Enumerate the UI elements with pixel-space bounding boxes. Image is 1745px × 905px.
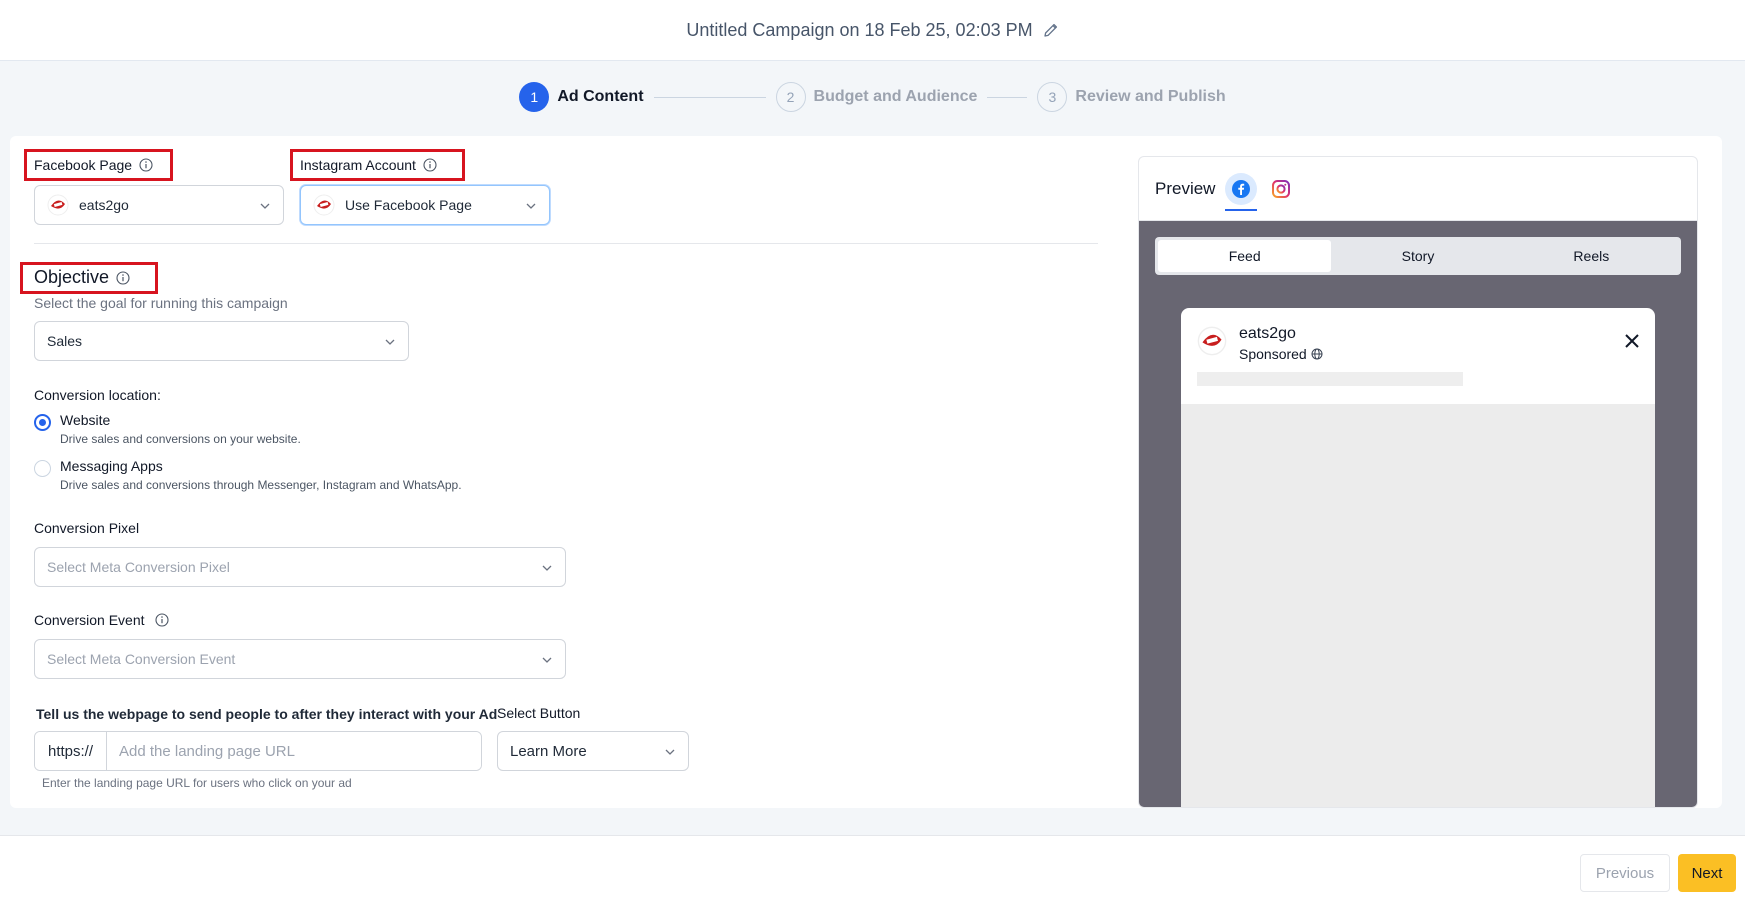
objective-select[interactable]: Sales: [34, 321, 409, 361]
step-connector: [653, 96, 766, 98]
select-button-label: Select Button: [497, 705, 581, 721]
conversion-pixel-placeholder: Select Meta Conversion Pixel: [47, 559, 230, 575]
chevron-down-icon: [542, 657, 552, 663]
footer-bar: Previous Next: [0, 835, 1745, 905]
step-number: 3: [1037, 82, 1068, 112]
landing-url-input[interactable]: [107, 732, 481, 770]
instagram-icon: [1272, 179, 1291, 198]
landing-url-help: Enter the landing page URL for users who…: [42, 776, 352, 790]
step-label: Budget and Audience: [813, 88, 978, 105]
messaging-apps-option-title: Messaging Apps: [60, 458, 163, 474]
url-prefix: https://: [35, 732, 107, 770]
tab-reels[interactable]: Reels: [1505, 240, 1678, 272]
media-placeholder: [1181, 404, 1655, 807]
campaign-title: Untitled Campaign on 18 Feb 25, 02:03 PM: [686, 19, 1033, 40]
sponsored-label: Sponsored: [1239, 346, 1307, 362]
chevron-down-icon: [665, 749, 675, 755]
text-placeholder-bar: [1197, 372, 1463, 386]
placement-tabs: Feed Story Reels: [1155, 237, 1681, 275]
sponsored-line: Sponsored: [1239, 346, 1323, 362]
instagram-account-value: Use Facebook Page: [345, 197, 472, 213]
conversion-event-label-text: Conversion Event: [34, 612, 145, 628]
facebook-page-label: Facebook Page: [34, 157, 153, 173]
step-number: 1: [519, 82, 550, 112]
preview-title: Preview: [1155, 178, 1216, 198]
chevron-down-icon: [542, 565, 552, 571]
cta-button-value: Learn More: [510, 742, 587, 760]
preview-header: Preview: [1139, 157, 1697, 221]
facebook-page-select[interactable]: eats2go: [34, 185, 284, 225]
instagram-account-select[interactable]: Use Facebook Page: [300, 185, 550, 225]
tab-story[interactable]: Story: [1331, 240, 1504, 272]
conversion-event-label: Conversion Event: [34, 612, 169, 628]
objective-subtitle: Select the goal for running this campaig…: [34, 295, 288, 311]
landing-url-label: Tell us the webpage to send people to af…: [36, 706, 498, 722]
conversion-pixel-label: Conversion Pixel: [34, 520, 140, 536]
info-icon[interactable]: [423, 158, 437, 172]
website-option-title: Website: [60, 412, 111, 428]
eats2go-logo: [1197, 326, 1227, 356]
conversion-location-label: Conversion location:: [34, 387, 161, 403]
info-icon[interactable]: [154, 613, 169, 627]
chevron-down-icon: [385, 339, 395, 345]
instagram-preview-tab[interactable]: [1265, 173, 1297, 205]
messaging-apps-option-desc: Drive sales and conversions through Mess…: [60, 478, 462, 492]
instagram-account-label: Instagram Account: [300, 157, 437, 173]
website-option-desc: Drive sales and conversions on your webs…: [60, 432, 301, 446]
next-button[interactable]: Next: [1678, 854, 1736, 892]
step-budget-audience[interactable]: 2 Budget and Audience: [775, 82, 978, 112]
conversion-event-select[interactable]: Select Meta Conversion Event: [34, 639, 566, 679]
objective-heading: Objective: [34, 267, 130, 288]
landing-url-group: https://: [34, 731, 482, 771]
previous-button[interactable]: Previous: [1580, 854, 1670, 892]
info-icon[interactable]: [116, 270, 130, 285]
stepper: 1 Ad Content 2 Budget and Audience 3 Rev…: [0, 82, 1745, 112]
step-ad-content[interactable]: 1 Ad Content: [519, 82, 644, 112]
preview-canvas: Feed Story Reels eats2go Sponsored: [1139, 221, 1697, 807]
chevron-down-icon: [260, 203, 270, 209]
ad-preview-panel: Preview Feed Story Reels eats2go Sponsor…: [1138, 156, 1698, 808]
facebook-page-label-text: Facebook Page: [34, 157, 133, 173]
chevron-down-icon: [526, 203, 536, 209]
facebook-icon: [1232, 179, 1251, 198]
objective-title: Objective: [34, 267, 110, 287]
messaging-apps-radio[interactable]: [34, 460, 51, 477]
tab-feed[interactable]: Feed: [1158, 240, 1332, 272]
close-icon[interactable]: [1625, 334, 1639, 348]
objective-value: Sales: [47, 333, 83, 349]
conversion-event-placeholder: Select Meta Conversion Event: [47, 651, 236, 667]
globe-icon: [1311, 348, 1323, 360]
instagram-account-label-text: Instagram Account: [300, 157, 416, 173]
ad-content-card: Facebook Page eats2go Instagram Account …: [10, 136, 1722, 808]
step-connector: [987, 96, 1028, 98]
conversion-pixel-select[interactable]: Select Meta Conversion Pixel: [34, 547, 566, 587]
pencil-icon[interactable]: [1043, 22, 1059, 38]
eats2go-logo: [47, 194, 69, 216]
facebook-page-value: eats2go: [79, 197, 129, 213]
step-label: Review and Publish: [1075, 88, 1226, 105]
step-review-publish[interactable]: 3 Review and Publish: [1037, 82, 1226, 112]
section-divider: [34, 243, 1098, 244]
step-number: 2: [775, 82, 806, 112]
post-page-name: eats2go: [1239, 325, 1296, 342]
info-icon[interactable]: [139, 158, 153, 172]
cta-button-select[interactable]: Learn More: [497, 731, 689, 771]
website-radio[interactable]: [34, 414, 51, 431]
step-label: Ad Content: [557, 88, 644, 105]
eats2go-logo: [313, 194, 335, 216]
top-bar: Untitled Campaign on 18 Feb 25, 02:03 PM: [0, 0, 1745, 61]
ad-post-mock: eats2go Sponsored: [1181, 308, 1655, 807]
facebook-preview-tab[interactable]: [1225, 172, 1258, 211]
